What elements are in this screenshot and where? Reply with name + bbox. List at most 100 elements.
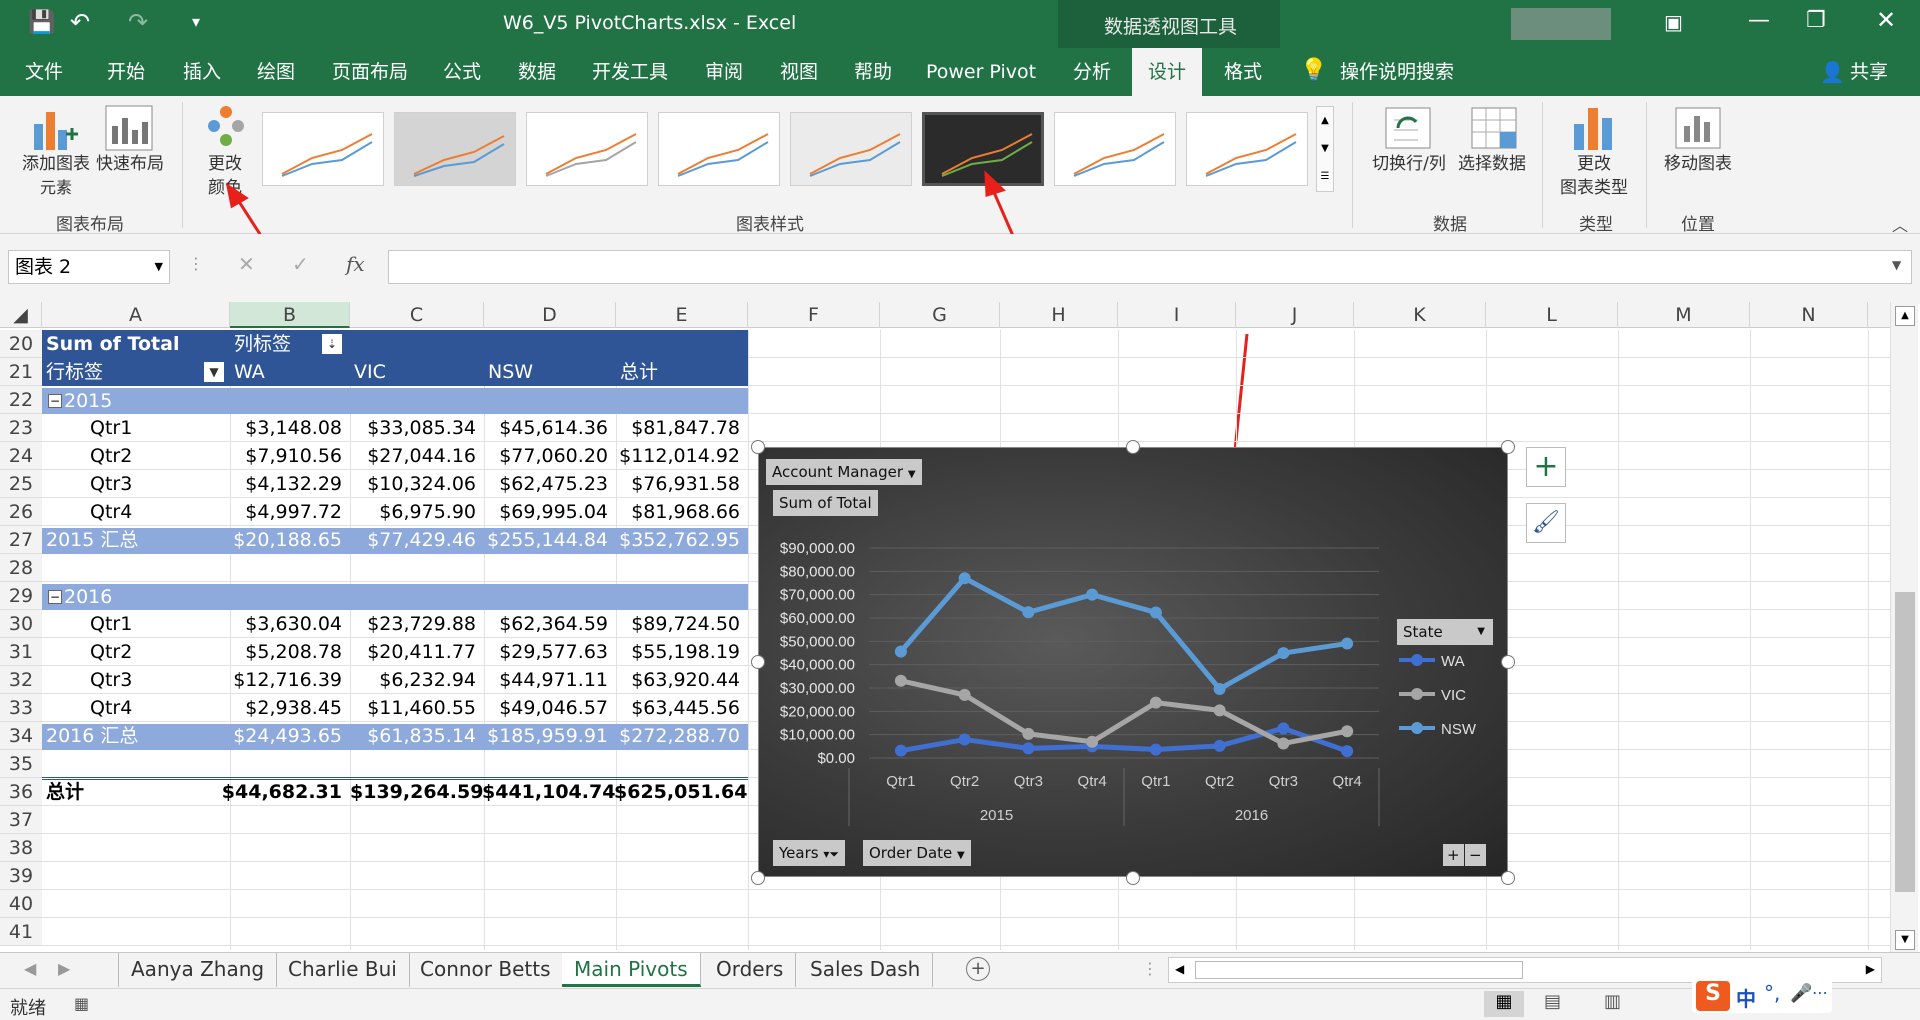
pivot-value-cell[interactable]: $45,614.36 <box>482 414 612 442</box>
col-header-I[interactable]: I <box>1118 302 1236 328</box>
pivot-value-cell[interactable]: $11,460.55 <box>350 694 480 722</box>
page-break-view-icon[interactable]: ▥ <box>1604 991 1621 1012</box>
tab-formulas[interactable]: 公式 <box>432 48 492 96</box>
row-header-24[interactable]: 24 <box>0 442 42 470</box>
col-header-K[interactable]: K <box>1354 302 1486 328</box>
move-chart-button[interactable]: 移动图表 <box>1656 152 1740 176</box>
row-header-20[interactable]: 20 <box>0 330 42 358</box>
row-header-38[interactable]: 38 <box>0 834 42 862</box>
pivot-value-cell[interactable]: $12,716.39 <box>216 666 346 694</box>
pivot-grand-total-label[interactable]: 总计 <box>46 778 84 806</box>
col-header-E[interactable]: E <box>616 302 748 328</box>
chart-elements-plus-icon[interactable]: + <box>1526 447 1566 487</box>
pivot-value-cell[interactable]: $63,445.56 <box>614 694 744 722</box>
pivot-value-cell[interactable]: $62,475.23 <box>482 470 612 498</box>
pivot-subtotal-value[interactable]: $352,762.95 <box>614 526 744 554</box>
change-chart-type-button[interactable]: 更改 图表类型 <box>1552 152 1636 200</box>
gallery-more-icon[interactable]: ☰ <box>1317 163 1333 191</box>
row-header-28[interactable]: 28 <box>0 554 42 582</box>
pivot-grand-total-value[interactable]: $44,682.31 <box>216 778 346 806</box>
resize-handle[interactable] <box>751 655 765 669</box>
col-header-D[interactable]: D <box>484 302 616 328</box>
pivot-subtotal-value[interactable]: $20,188.65 <box>216 526 346 554</box>
gallery-scroll-down-icon[interactable]: ▼ <box>1317 135 1333 163</box>
resize-handle[interactable] <box>1126 440 1140 454</box>
row-header-34[interactable]: 34 <box>0 722 42 750</box>
pivot-value-cell[interactable]: $4,997.72 <box>216 498 346 526</box>
sheet-tab-main-pivots[interactable]: Main Pivots <box>562 953 701 987</box>
col-header-F[interactable]: F <box>748 302 880 328</box>
tab-splitter-icon[interactable]: ⋮ <box>1142 959 1158 978</box>
chart-styles-brush-icon[interactable]: 🖌 <box>1526 503 1566 543</box>
tab-help[interactable]: 帮助 <box>843 48 903 96</box>
select-all-corner[interactable]: ◢ <box>0 302 42 328</box>
restore-icon[interactable]: ❐ <box>1806 8 1826 33</box>
column-labels-sort-icon[interactable]: ⇣ <box>322 334 342 354</box>
save-icon[interactable]: 💾 <box>28 10 55 35</box>
tell-me-search[interactable]: 操作说明搜索 <box>1340 48 1454 96</box>
gallery-scroll[interactable]: ▲ ▼ ☰ <box>1316 106 1334 192</box>
tab-draw[interactable]: 绘图 <box>246 48 306 96</box>
ribbon-display-icon[interactable]: ▣ <box>1664 10 1683 34</box>
sheet-tab-orders[interactable]: Orders <box>704 953 797 987</box>
vertical-scrollbar[interactable]: ▲ ▼ <box>1890 302 1918 952</box>
scroll-down-icon[interactable]: ▼ <box>1895 930 1915 950</box>
tab-insert[interactable]: 插入 <box>172 48 232 96</box>
col-header-H[interactable]: H <box>1000 302 1118 328</box>
new-sheet-icon[interactable]: + <box>966 957 990 981</box>
row-header-37[interactable]: 37 <box>0 806 42 834</box>
pivot-sum-of-total[interactable]: Sum of Total <box>46 330 179 358</box>
pivot-quarter-label[interactable]: Qtr2 <box>90 638 132 666</box>
resize-handle[interactable] <box>1501 655 1515 669</box>
minimize-icon[interactable]: — <box>1748 8 1770 33</box>
row-header-21[interactable]: 21 <box>0 358 42 386</box>
row-header-29[interactable]: 29 <box>0 582 42 610</box>
row-header-25[interactable]: 25 <box>0 470 42 498</box>
h-scroll-thumb[interactable] <box>1195 961 1523 979</box>
pivot-value-cell[interactable]: $3,630.04 <box>216 610 346 638</box>
pivot-value-cell[interactable]: $76,931.58 <box>614 470 744 498</box>
pivot-value-cell[interactable]: $2,938.45 <box>216 694 346 722</box>
pivot-value-cell[interactable]: $69,995.04 <box>482 498 612 526</box>
pivot-subtotal-value[interactable]: $24,493.65 <box>216 722 346 750</box>
formula-input[interactable] <box>388 250 1912 284</box>
pivot-subtotal-value[interactable]: $272,288.70 <box>614 722 744 750</box>
share-button[interactable]: 共享 <box>1850 48 1888 96</box>
pivot-quarter-label[interactable]: Qtr1 <box>90 610 132 638</box>
pivot-grand-total-value[interactable]: $625,051.64 <box>614 778 747 806</box>
pivot-value-cell[interactable]: $20,411.77 <box>350 638 480 666</box>
pivot-value-cell[interactable]: $112,014.92 <box>614 442 744 470</box>
col-header-M[interactable]: M <box>1618 302 1750 328</box>
tab-review[interactable]: 审阅 <box>694 48 754 96</box>
pivot-subtotal-value[interactable]: $255,144.84 <box>482 526 612 554</box>
sheet-tab-aanya-zhang[interactable]: Aanya Zhang <box>118 953 278 987</box>
resize-handle[interactable] <box>751 440 765 454</box>
col-header-A[interactable]: A <box>42 302 230 328</box>
row-labels-filter-icon[interactable]: ▼ <box>204 362 224 382</box>
pivot-quarter-label[interactable]: Qtr1 <box>90 414 132 442</box>
pivot-subtotal-value[interactable]: $185,959.91 <box>482 722 612 750</box>
row-header-26[interactable]: 26 <box>0 498 42 526</box>
pivot-grand-total-value[interactable]: $441,104.74 <box>482 778 615 806</box>
tab-analyze[interactable]: 分析 <box>1060 48 1124 96</box>
microphone-icon[interactable]: 🎤 <box>1790 983 1812 1004</box>
col-header-N[interactable]: N <box>1750 302 1868 328</box>
pivot-value-cell[interactable]: $33,085.34 <box>350 414 480 442</box>
pivot-value-cell[interactable]: $63,920.44 <box>614 666 744 694</box>
pivot-subtotal-value[interactable]: $77,429.46 <box>350 526 480 554</box>
enter-icon[interactable]: ✓ <box>292 252 309 276</box>
pivot-quarter-label[interactable]: Qtr4 <box>90 498 132 526</box>
pivot-row-labels[interactable]: 行标签 <box>46 358 103 386</box>
resize-handle[interactable] <box>1501 871 1515 885</box>
pivot-value-cell[interactable]: $3,148.08 <box>216 414 346 442</box>
pivot-value-cell[interactable]: $55,198.19 <box>614 638 744 666</box>
prev-sheet-icon[interactable]: ◀ <box>24 959 36 978</box>
ime-punct-icon[interactable]: °, <box>1764 981 1780 1005</box>
sheet-tab-charlie-bui[interactable]: Charlie Bui <box>276 953 410 987</box>
scroll-thumb[interactable] <box>1895 592 1915 892</box>
undo-icon[interactable]: ↶ <box>70 8 90 36</box>
col-header-B[interactable]: B <box>230 302 350 328</box>
select-data-button[interactable]: 选择数据 <box>1452 152 1532 176</box>
pivot-quarter-label[interactable]: Qtr2 <box>90 442 132 470</box>
sheet-tab-sales-dash[interactable]: Sales Dash <box>798 953 934 987</box>
